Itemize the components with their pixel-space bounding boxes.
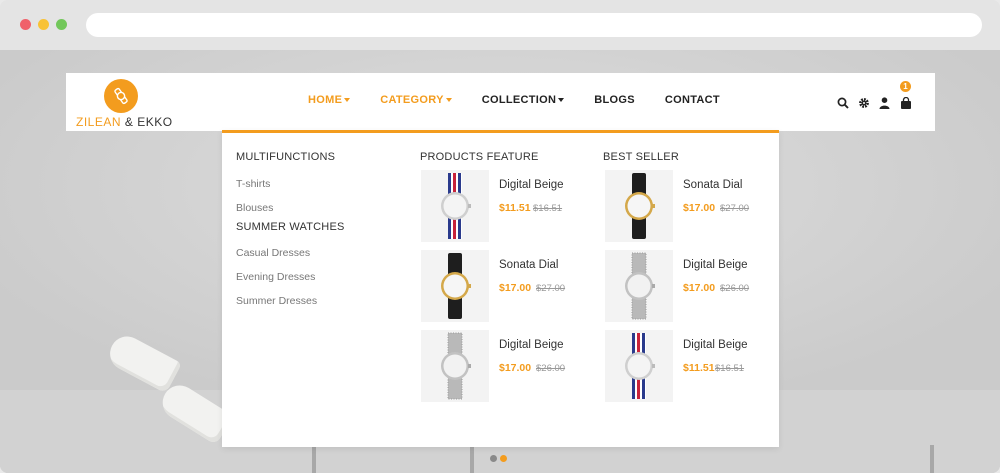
- nav-blogs[interactable]: BLOGS: [594, 94, 635, 106]
- menu-link-summer-dresses[interactable]: Summer Dresses: [236, 295, 317, 307]
- shopping-bag-icon[interactable]: [895, 96, 916, 110]
- product-card[interactable]: Digital Beige $17.00 $26.00: [605, 250, 780, 322]
- product-name[interactable]: Sonata Dial: [499, 259, 558, 271]
- product-price: $17.00: [683, 202, 716, 214]
- nav-category[interactable]: CATEGORY: [380, 94, 452, 106]
- product-name[interactable]: Digital Beige: [499, 339, 564, 351]
- browser-chrome: [0, 0, 1000, 50]
- close-window-dot[interactable]: [20, 19, 31, 30]
- product-price: $17.00: [683, 282, 716, 294]
- nav-collection[interactable]: COLLECTION: [482, 94, 565, 106]
- slider-dot-active[interactable]: [500, 455, 507, 462]
- menu-heading-summer-watches[interactable]: SUMMER WATCHES: [236, 221, 345, 233]
- product-card[interactable]: Digital Beige $17.00 $26.00: [421, 330, 596, 402]
- menu-link-casual-dresses[interactable]: Casual Dresses: [236, 247, 310, 259]
- product-card[interactable]: Digital Beige $11.51 $16.51: [421, 170, 596, 242]
- maximize-window-dot[interactable]: [56, 19, 67, 30]
- user-icon[interactable]: [874, 96, 895, 110]
- caret-down-icon: [558, 98, 565, 103]
- product-name[interactable]: Digital Beige: [683, 259, 748, 271]
- product-image[interactable]: [605, 170, 673, 242]
- search-icon[interactable]: [832, 96, 853, 110]
- product-old-price: $26.00: [720, 283, 750, 294]
- product-name[interactable]: Sonata Dial: [683, 179, 742, 191]
- header-tools: [832, 96, 916, 110]
- product-old-price: $16.51: [533, 203, 563, 214]
- category-mega-menu: MULTIFUNCTIONS T-shirts Blouses SUMMER W…: [222, 130, 779, 447]
- caret-down-icon: [344, 98, 351, 103]
- caret-down-icon: [445, 98, 452, 103]
- site-header: ZILEAN & EKKO HOME CATEGORY COLLECTION B…: [66, 73, 935, 131]
- browser-window: ZILEAN & EKKO HOME CATEGORY COLLECTION B…: [0, 0, 1000, 473]
- product-price: $17.00: [499, 362, 532, 374]
- product-image[interactable]: [421, 170, 489, 242]
- menu-heading-multifunctions[interactable]: MULTIFUNCTIONS: [236, 151, 335, 163]
- product-name[interactable]: Digital Beige: [683, 339, 748, 351]
- nav-home[interactable]: HOME: [308, 94, 351, 106]
- product-old-price: $27.00: [536, 283, 566, 294]
- product-price: $11.51: [683, 362, 715, 374]
- watch-icon: [114, 87, 128, 105]
- product-card[interactable]: Digital Beige $11.51 $16.51: [605, 330, 780, 402]
- product-old-price: $27.00: [720, 203, 750, 214]
- product-card[interactable]: Sonata Dial $17.00 $27.00: [605, 170, 780, 242]
- menu-link-evening-dresses[interactable]: Evening Dresses: [236, 271, 315, 283]
- gear-icon[interactable]: [853, 96, 874, 110]
- product-image[interactable]: [605, 250, 673, 322]
- main-nav: HOME CATEGORY COLLECTION BLOGS CONTACT: [308, 94, 750, 106]
- logo-icon[interactable]: [104, 79, 138, 113]
- product-old-price: $16.51: [715, 363, 745, 374]
- menu-link-blouses[interactable]: Blouses: [236, 202, 273, 214]
- menu-heading-best-seller: BEST SELLER: [603, 151, 679, 163]
- product-card[interactable]: Sonata Dial $17.00 $27.00: [421, 250, 596, 322]
- menu-heading-products-feature: PRODUCTS FEATURE: [420, 151, 539, 163]
- product-name[interactable]: Digital Beige: [499, 179, 564, 191]
- brand-name[interactable]: ZILEAN & EKKO: [76, 115, 173, 129]
- menu-link-tshirts[interactable]: T-shirts: [236, 178, 270, 190]
- minimize-window-dot[interactable]: [38, 19, 49, 30]
- product-image[interactable]: [605, 330, 673, 402]
- product-price: $11.51: [499, 202, 531, 214]
- nav-contact[interactable]: CONTACT: [665, 94, 720, 106]
- product-price: $17.00: [499, 282, 532, 294]
- slider-dot[interactable]: [490, 455, 497, 462]
- product-image[interactable]: [421, 330, 489, 402]
- product-old-price: $26.00: [536, 363, 566, 374]
- product-image[interactable]: [421, 250, 489, 322]
- address-bar[interactable]: [86, 13, 982, 37]
- cart-count-badge: 1: [900, 81, 911, 92]
